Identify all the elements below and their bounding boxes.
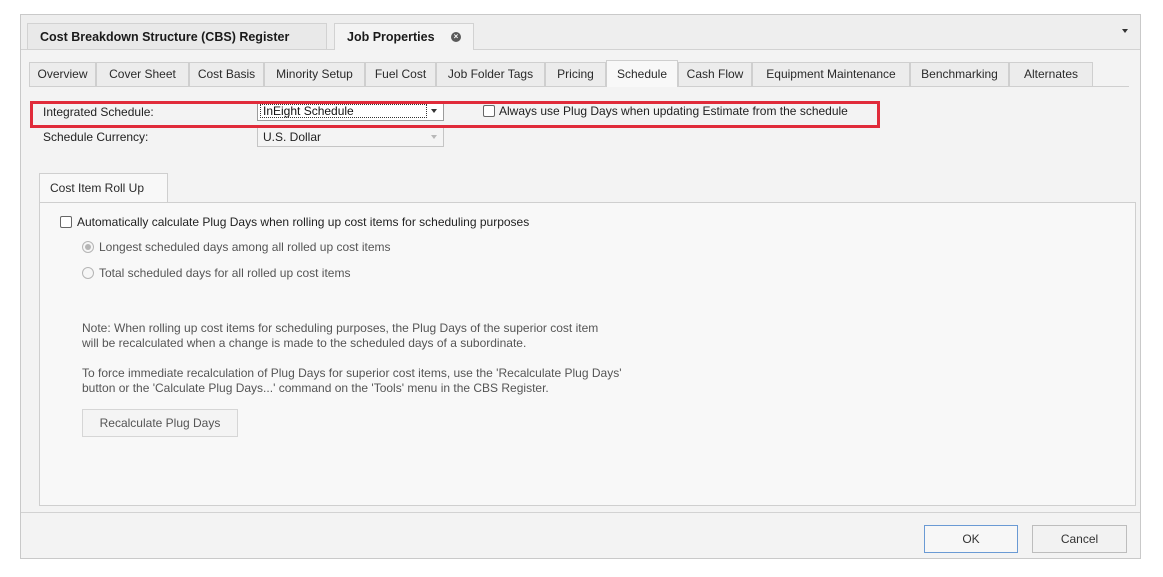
total-days-radio[interactable] — [82, 267, 94, 279]
recalculate-plug-days-label: Recalculate Plug Days — [99, 416, 221, 430]
tab-job-properties[interactable]: Job Properties × — [334, 23, 474, 50]
close-icon[interactable]: × — [451, 32, 461, 42]
schedule-currency-label: Schedule Currency: — [43, 130, 149, 144]
tab-label: Overview — [37, 67, 88, 81]
cancel-button[interactable]: Cancel — [1032, 525, 1127, 553]
tab-job-folder-tags[interactable]: Job Folder Tags — [436, 62, 545, 86]
tab-cost-item-roll-up-label: Cost Item Roll Up — [50, 181, 145, 195]
property-tab-strip: Overview Cover Sheet Cost Basis Minority… — [29, 58, 1129, 87]
tab-label: Pricing — [557, 67, 594, 81]
footer-divider — [21, 512, 1140, 513]
tab-pricing[interactable]: Pricing — [545, 62, 606, 86]
highlight-box — [30, 101, 880, 128]
tab-label: Fuel Cost — [374, 67, 427, 81]
schedule-currency-dropdown[interactable]: U.S. Dollar — [257, 127, 444, 147]
tab-label: Benchmarking — [921, 67, 998, 81]
tab-cbs-register[interactable]: Cost Breakdown Structure (CBS) Register — [27, 23, 327, 49]
force-line-2: button or the 'Calculate Plug Days...' c… — [82, 381, 549, 395]
recalculate-plug-days-button[interactable]: Recalculate Plug Days — [82, 409, 238, 437]
longest-days-label[interactable]: Longest scheduled days among all rolled … — [99, 240, 391, 254]
tab-minority-setup[interactable]: Minority Setup — [264, 62, 365, 86]
total-days-label[interactable]: Total scheduled days for all rolled up c… — [99, 266, 350, 280]
tab-label: Minority Setup — [276, 67, 353, 81]
tab-fuel-cost[interactable]: Fuel Cost — [365, 62, 436, 86]
tab-cash-flow[interactable]: Cash Flow — [678, 62, 752, 86]
ok-button[interactable]: OK — [924, 525, 1018, 553]
tab-overview[interactable]: Overview — [29, 62, 96, 86]
tab-label: Alternates — [1023, 67, 1079, 81]
tab-label: Cover Sheet — [109, 67, 176, 81]
tab-cost-item-roll-up[interactable]: Cost Item Roll Up — [39, 173, 168, 203]
tab-benchmarking[interactable]: Benchmarking — [910, 62, 1009, 86]
cancel-label: Cancel — [1060, 532, 1099, 546]
auto-calc-plug-days-checkbox[interactable] — [60, 216, 72, 228]
job-properties-window: Cost Breakdown Structure (CBS) Register … — [20, 14, 1141, 559]
tab-cover-sheet[interactable]: Cover Sheet — [96, 62, 189, 86]
tab-alternates[interactable]: Alternates — [1009, 62, 1093, 86]
tab-label: Cash Flow — [686, 67, 744, 81]
tab-label: Equipment Maintenance — [766, 67, 896, 81]
tab-label: Job Folder Tags — [447, 67, 534, 81]
tab-label: Schedule — [616, 67, 668, 81]
tab-cost-basis[interactable]: Cost Basis — [189, 62, 264, 86]
note-line-2: will be recalculated when a change is ma… — [82, 336, 527, 350]
longest-days-radio[interactable] — [82, 241, 94, 253]
tab-job-properties-label: Job Properties — [347, 30, 435, 44]
cost-item-roll-up-panel: Automatically calculate Plug Days when r… — [39, 202, 1136, 506]
ok-label: OK — [962, 532, 980, 546]
tab-schedule[interactable]: Schedule — [606, 60, 678, 87]
auto-calc-plug-days-label[interactable]: Automatically calculate Plug Days when r… — [77, 215, 529, 229]
chevron-down-icon[interactable] — [431, 135, 437, 139]
note-line-1: Note: When rolling up cost items for sch… — [82, 321, 599, 335]
schedule-currency-value: U.S. Dollar — [263, 130, 322, 144]
chevron-down-icon[interactable] — [1122, 29, 1128, 33]
force-line-1: To force immediate recalculation of Plug… — [82, 366, 622, 380]
tab-label: Cost Basis — [197, 67, 256, 81]
tab-equipment-maintenance[interactable]: Equipment Maintenance — [752, 62, 910, 86]
document-tab-bar: Cost Breakdown Structure (CBS) Register … — [21, 15, 1140, 50]
tab-cbs-register-label: Cost Breakdown Structure (CBS) Register — [40, 30, 290, 44]
